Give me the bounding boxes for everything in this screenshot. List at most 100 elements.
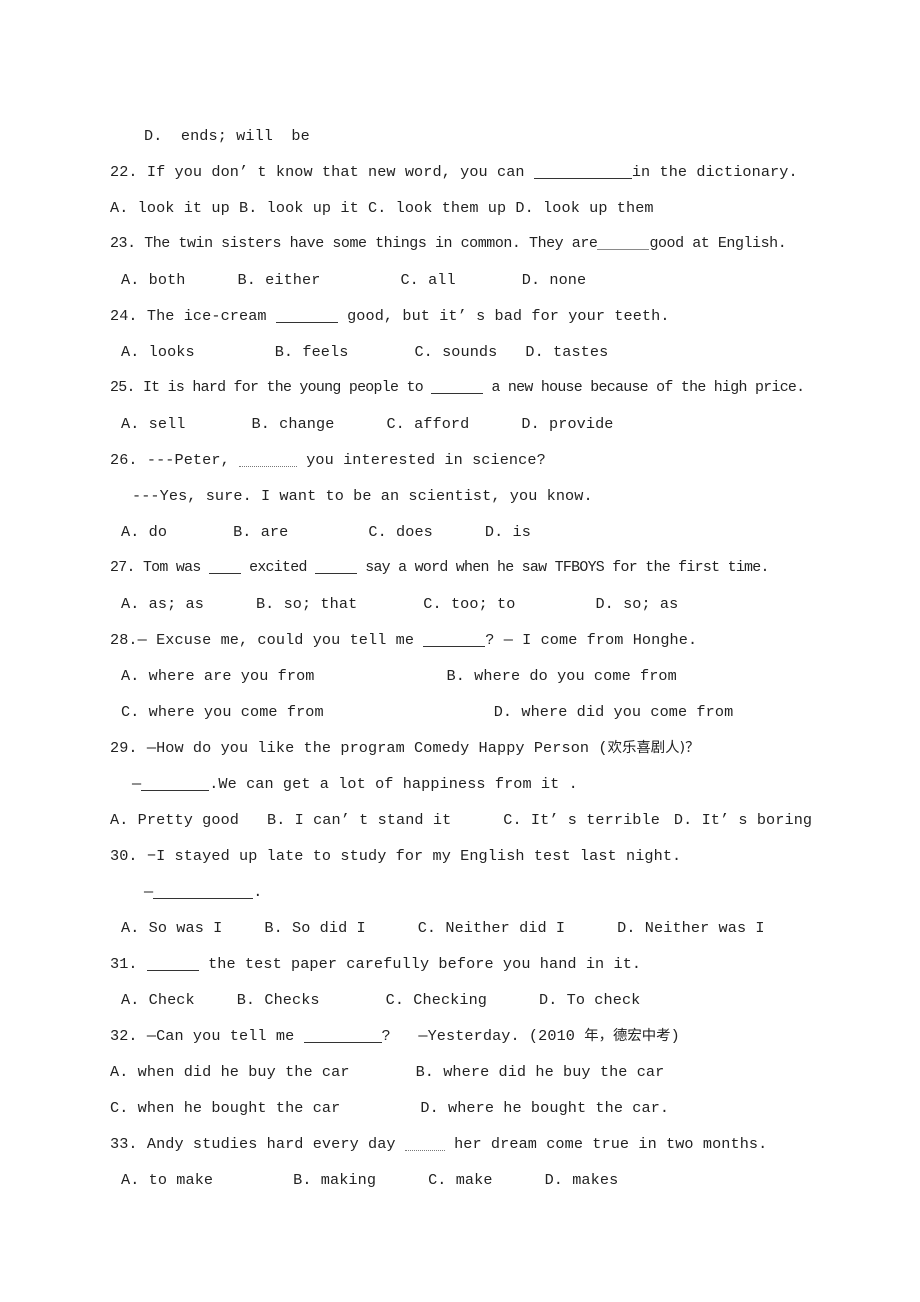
q32-answer-blank[interactable] [303,1030,382,1043]
q24-option-d[interactable]: D. tastes [525,343,608,361]
q28-stem-part2: ? — I come from Honghe. [485,631,698,649]
q22-options-text[interactable]: A. look it up B. look up it C. look them… [110,199,654,217]
q33-stem-part2: her dream come true in two months. [444,1135,768,1153]
q30-answer-blank[interactable] [153,886,254,899]
q32-option-a[interactable]: A. when did he buy the car [110,1063,350,1081]
question-30-stem: 30. −I stayed up late to study for my En… [110,838,860,874]
q30-stem-text: 30. −I stayed up late to study for my En… [110,847,682,865]
q29-stem-text: 29. —How do you like the program Comedy … [110,739,608,757]
q28-option-a[interactable]: A. where are you from [121,667,315,685]
question-25-options: A. sell B. change C. afford D. provide [110,406,860,442]
question-25-stem: 25. It is hard for the young people to a… [110,370,860,406]
q25-option-a[interactable]: A. sell [121,415,186,433]
q33-option-d[interactable]: D. makes [545,1171,619,1189]
question-27-stem: 27. Tom was excited say a word when he s… [110,550,860,586]
q31-option-c[interactable]: C. Checking [386,991,487,1009]
question-24-stem: 24. The ice-cream good, but it’ s bad fo… [110,298,860,334]
q29-answer-blank[interactable] [141,778,210,791]
q26-stem-part1: 26. ---Peter, [110,451,239,469]
q25-option-c[interactable]: C. afford [386,415,469,433]
q25-stem-part1: 25. It is hard for the young people to [110,380,432,396]
q31-option-a[interactable]: A. Check [121,991,195,1009]
q32-option-b[interactable]: B. where did he buy the car [416,1063,665,1081]
q30-option-a[interactable]: A. So was I [121,919,222,937]
q24-answer-blank[interactable] [275,310,338,323]
q25-option-b[interactable]: B. change [252,415,335,433]
question-33-options: A. to make B. making C. make D. makes [110,1162,860,1198]
q23-stem-part2: good at English. [649,235,787,252]
q23-option-b[interactable]: B. either [238,271,321,289]
question-32-options-row1: A. when did he buy the car B. where did h… [110,1054,860,1090]
q31-option-b[interactable]: B. Checks [237,991,320,1009]
q26-option-a[interactable]: A. do [121,523,167,541]
q28-option-b[interactable]: B. where do you come from [447,667,677,685]
q28-option-c[interactable]: C. where you come from [121,703,324,721]
q27-option-a[interactable]: A. as; as [121,595,204,613]
q28-answer-blank[interactable] [423,634,486,647]
q30-option-c[interactable]: C. Neither did I [418,919,565,937]
q22-stem-part1: 22. If you don’ t know that new word, yo… [110,163,534,181]
q24-stem-part2: good, but it’ s bad for your teeth. [337,307,670,325]
q33-answer-blank[interactable] [404,1138,445,1151]
question-28-options-row2: C. where you come from D. where did you c… [110,694,860,730]
q23-option-c[interactable]: C. all [400,271,455,289]
q33-stem-part1: 33. Andy studies hard every day [110,1135,405,1153]
q26-option-b[interactable]: B. are [233,523,288,541]
q25-option-d[interactable]: D. provide [521,415,613,433]
question-22-stem: 22. If you don’ t know that new word, yo… [110,154,860,190]
q23-answer-blank[interactable] [597,237,650,250]
q31-stem-part2: the test paper carefully before you hand… [198,955,642,973]
q29-stem-chinese: 欢乐喜剧人 [607,740,680,756]
q24-option-a[interactable]: A. looks [121,343,195,361]
q33-option-c[interactable]: C. make [428,1171,493,1189]
question-28-stem: 28.— Excuse me, could you tell me ? — I … [110,622,860,658]
q29-option-a[interactable]: A. Pretty good [110,811,239,829]
q27-answer-blank-2[interactable] [314,561,357,574]
q22-stem-part2: in the dictionary. [631,163,798,181]
q27-option-c[interactable]: C. too; to [423,595,515,613]
question-30-options: A. So was I B. So did I C. Neither did I D.… [110,910,860,946]
q33-option-a[interactable]: A. to make [121,1171,213,1189]
q22-answer-blank[interactable] [533,166,632,179]
q31-answer-blank[interactable] [146,958,199,971]
q23-option-d[interactable]: D. none [522,271,587,289]
q27-answer-blank-1[interactable] [208,561,241,574]
question-32-stem: 32. —Can you tell me ? —Yesterday. (2010… [110,1018,860,1054]
q29-option-b[interactable]: B. I can’ t stand it [267,811,451,829]
question-26-reply: ---Yes, sure. I want to be an scientist,… [110,478,860,514]
question-26-stem: 26. ---Peter, you interested in science? [110,442,860,478]
q30-option-b[interactable]: B. So did I [264,919,365,937]
q24-option-b[interactable]: B. feels [275,343,349,361]
q33-option-b[interactable]: B. making [293,1171,376,1189]
q32-stem-end: ) [670,1027,680,1045]
q32-stem-chinese: 年，德宏中考 [584,1028,671,1044]
option-d-text: D. ends; will be [144,127,310,145]
q32-option-c[interactable]: C. when he bought the car [110,1099,340,1117]
q27-option-d[interactable]: D. so; as [595,595,678,613]
q23-option-a[interactable]: A. both [121,271,186,289]
q32-option-d[interactable]: D. where he bought the car. [420,1099,669,1117]
q28-stem-part1: 28.— Excuse me, could you tell me [110,631,424,649]
question-29-reply: — .We can get a lot of happiness from it … [110,766,860,802]
q31-option-d[interactable]: D. To check [539,991,640,1009]
q26-option-d[interactable]: D. is [485,523,531,541]
question-23-stem: 23. The twin sisters have some things in… [110,226,860,262]
q23-stem-part1: 23. The twin sisters have some things in… [110,235,598,252]
exam-page: D. ends; will be 22. If you don’ t know … [0,0,920,1302]
q27-stem-part3: say a word when he saw TFBOYS for the fi… [356,560,769,576]
q30-option-d[interactable]: D. Neither was I [617,919,764,937]
q26-option-c[interactable]: C. does [368,523,433,541]
q24-option-c[interactable]: C. sounds [414,343,497,361]
question-22-options: A. look it up B. look up it C. look them… [110,190,860,226]
q27-option-b[interactable]: B. so; that [256,595,357,613]
q29-option-d[interactable]: D. It’ s boring [674,811,812,829]
q29-reply-dash: — [132,775,142,793]
question-21-option-d: D. ends; will be [110,118,860,154]
q29-option-c[interactable]: C. It’ s terrible [503,811,660,829]
q26-stem-part2: you interested in science? [297,451,546,469]
q31-stem-part1: 31. [110,955,147,973]
q25-answer-blank[interactable] [431,381,484,394]
q29-reply-text: .We can get a lot of happiness from it . [209,775,578,793]
q28-option-d[interactable]: D. where did you come from [494,703,734,721]
q26-answer-blank[interactable] [239,454,297,467]
